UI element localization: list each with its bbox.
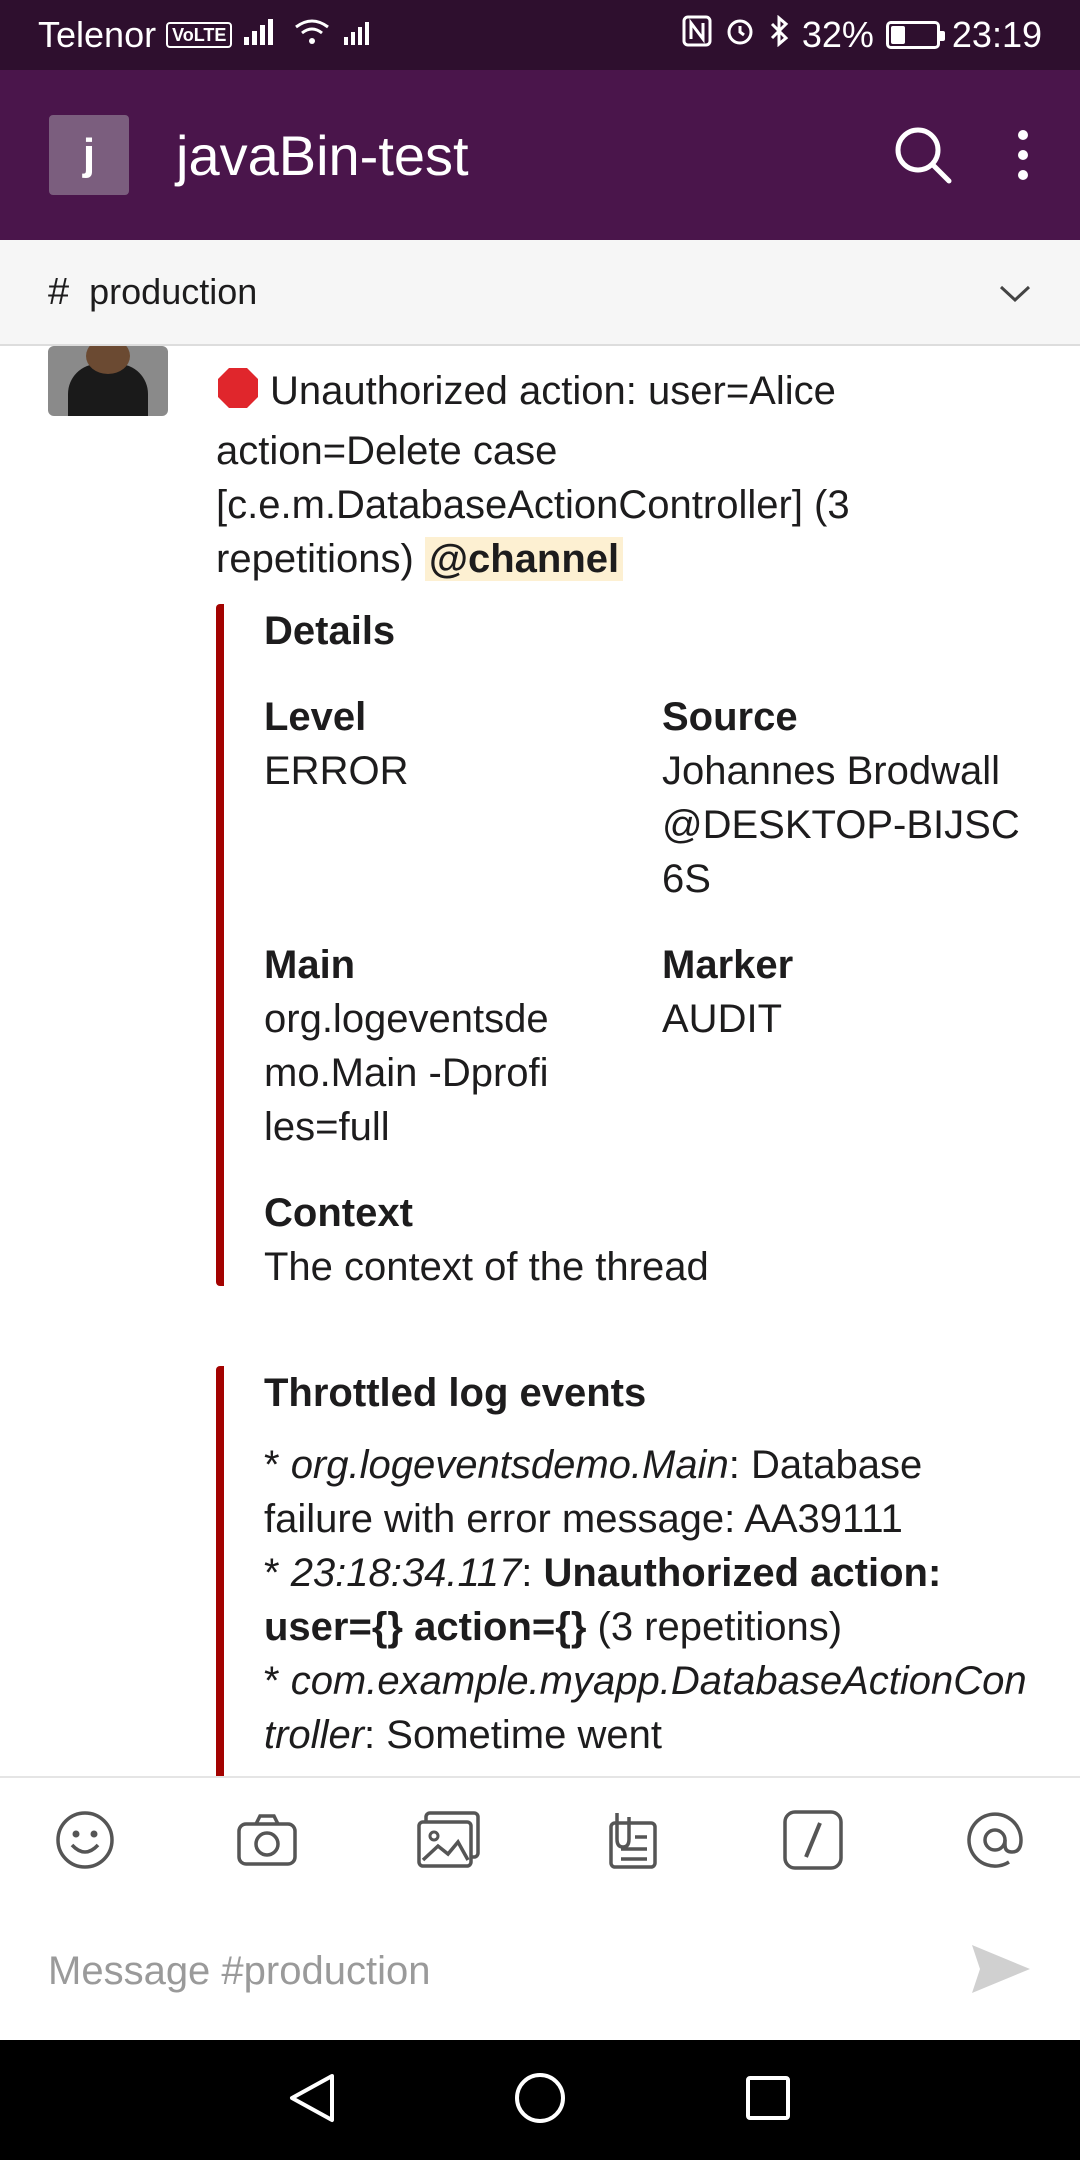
signal-2-icon: [342, 14, 372, 56]
back-icon[interactable]: [288, 2072, 336, 2129]
system-nav-bar: [0, 2040, 1080, 2160]
field-marker: Marker AUDIT: [662, 938, 1042, 1046]
field-marker-label: Marker: [662, 943, 794, 987]
message-text: Unauthorized action: user=Alice action=D…: [216, 364, 1036, 586]
details-attachment: Details Level ERROR Source Johannes Brod…: [216, 604, 1036, 1289]
emoji-icon[interactable]: [52, 1807, 118, 1873]
alarm-icon: [724, 14, 756, 56]
mention-icon[interactable]: [962, 1807, 1028, 1873]
field-level: Level ERROR: [264, 690, 644, 798]
camera-icon[interactable]: [234, 1807, 300, 1873]
stop-sign-icon: [216, 366, 260, 424]
separator: :: [521, 1551, 544, 1595]
signal-icon: [242, 14, 282, 56]
search-icon[interactable]: [891, 123, 955, 187]
send-icon[interactable]: [970, 1941, 1032, 2002]
home-icon[interactable]: [513, 2071, 567, 2130]
status-bar: Telenor VoLTE 32% 23:19: [0, 0, 1080, 70]
slash-command-icon[interactable]: [780, 1807, 846, 1873]
volte-badge: VoLTE: [166, 22, 233, 48]
message-list[interactable]: Unauthorized action: user=Alice action=D…: [0, 346, 1080, 1776]
details-title: Details: [264, 609, 396, 653]
field-main: Main org.logeventsdemo.Main -Dprofiles=f…: [264, 938, 644, 1154]
bullet: *: [264, 1443, 291, 1487]
chevron-down-icon[interactable]: [998, 271, 1032, 313]
channel-mention[interactable]: @channel: [425, 537, 624, 581]
carrier-label: Telenor: [38, 14, 157, 55]
throttled-line: * 23:18:34.117: Unauthorized action: use…: [264, 1546, 1034, 1654]
channel-header[interactable]: # production: [0, 240, 1080, 346]
field-context: Context The context of the thread: [264, 1186, 1024, 1294]
message-input[interactable]: [48, 1948, 908, 1994]
throttled-key: org.logeventsdemo.Main: [290, 1443, 729, 1487]
field-source-label: Source: [662, 695, 798, 739]
field-context-label: Context: [264, 1191, 413, 1235]
channel-hash-icon: #: [48, 270, 70, 313]
throttled-line: * org.logeventsdemo.Main: Database failu…: [264, 1438, 1034, 1546]
field-main-value: org.logeventsdemo.Main -Dprofiles=full: [264, 997, 549, 1149]
field-main-label: Main: [264, 943, 356, 987]
battery-percent: 32%: [801, 14, 874, 55]
workspace-name[interactable]: javaBin-test: [176, 123, 469, 188]
clock: 23:19: [951, 14, 1042, 55]
throttled-title: Throttled log events: [264, 1371, 647, 1415]
field-context-value: The context of the thread: [264, 1245, 709, 1289]
throttled-attachment: Throttled log events * org.logeventsdemo…: [216, 1366, 1036, 1776]
throttled-tail: (3 repetitions): [586, 1605, 843, 1649]
gallery-icon[interactable]: [416, 1807, 482, 1873]
bluetooth-icon: [768, 14, 790, 56]
separator: :: [728, 1443, 751, 1487]
bullet: *: [264, 1551, 291, 1595]
files-icon[interactable]: [598, 1807, 664, 1873]
separator: :: [364, 1713, 387, 1757]
field-level-label: Level: [264, 695, 367, 739]
throttled-text: Sometime went: [386, 1713, 662, 1757]
throttled-lines: * org.logeventsdemo.Main: Database failu…: [264, 1438, 1034, 1762]
nfc-icon: [682, 14, 712, 56]
workspace-icon[interactable]: j: [49, 115, 129, 195]
app-bar: j javaBin-test: [0, 70, 1080, 240]
sender-avatar[interactable]: [48, 346, 168, 416]
channel-name: production: [89, 271, 258, 312]
composer-toolbar: [0, 1776, 1080, 1902]
field-marker-value: AUDIT: [662, 997, 782, 1041]
throttled-key: 23:18:34.117: [290, 1551, 522, 1595]
overflow-menu-icon[interactable]: [1015, 127, 1031, 183]
bullet: *: [264, 1659, 291, 1703]
field-source: Source Johannes Brodwall@DESKTOP-BIJSC6S: [662, 690, 1022, 906]
wifi-icon: [292, 14, 332, 56]
composer: [0, 1902, 1080, 2040]
field-source-value: Johannes Brodwall@DESKTOP-BIJSC6S: [662, 749, 1020, 901]
field-level-value: ERROR: [264, 749, 409, 793]
battery-icon: [885, 21, 945, 49]
recents-icon[interactable]: [744, 2074, 792, 2127]
throttled-line: * com.example.myapp.DatabaseActionContro…: [264, 1654, 1034, 1762]
